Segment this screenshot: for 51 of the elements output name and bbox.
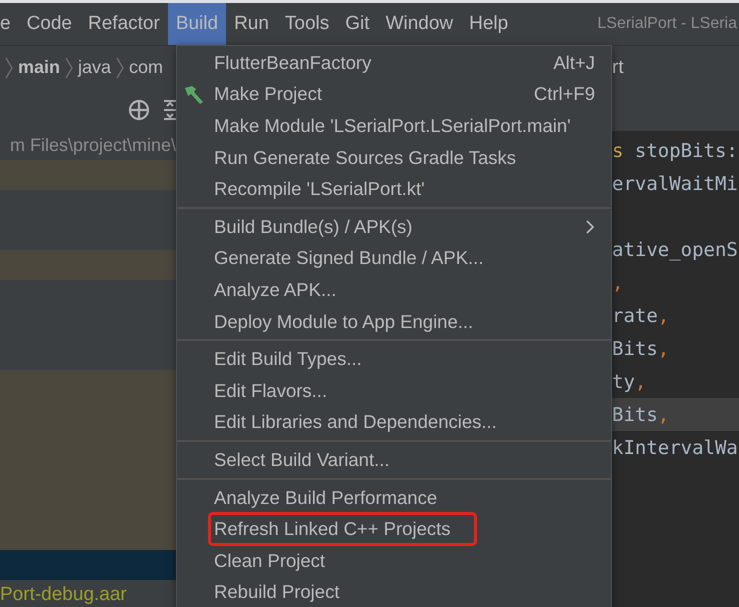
menu-item[interactable]: Make Module 'LSerialPort.LSerialPort.main' bbox=[177, 110, 611, 142]
highlighted-row[interactable] bbox=[0, 250, 176, 280]
menu-item[interactable]: Recompile 'LSerialPort.kt' bbox=[177, 173, 611, 205]
menu-item[interactable]: Refresh Linked C++ Projects bbox=[209, 513, 476, 545]
menu-item[interactable]: Refactor bbox=[80, 3, 168, 45]
code-line: ative_openS bbox=[612, 238, 739, 262]
menu-item[interactable]: Run bbox=[226, 3, 277, 45]
selected-row[interactable] bbox=[0, 550, 176, 580]
menu-item[interactable]: Rebuild Project bbox=[177, 576, 611, 607]
chevron-icon bbox=[65, 56, 74, 78]
code-line: ervalWaitMi bbox=[612, 172, 739, 196]
editor-tab[interactable]: rt bbox=[612, 56, 624, 78]
menu-item[interactable]: Generate Signed Bundle / APK... bbox=[177, 242, 611, 274]
menu-item[interactable]: Analyze Build Performance bbox=[177, 482, 611, 514]
window-title: LSerialPort - LSeria bbox=[597, 15, 738, 33]
project-path: m Files\project\mine\ bbox=[8, 134, 176, 157]
code-line: rate, bbox=[612, 304, 670, 328]
highlighted-row[interactable] bbox=[0, 160, 176, 190]
menu-item[interactable]: Edit Flavors... bbox=[177, 374, 611, 407]
chevron-icon bbox=[116, 56, 124, 78]
code-line: kIntervalWa bbox=[612, 436, 739, 460]
file-name[interactable]: Port-debug.aar bbox=[0, 580, 176, 607]
code-line: s stopBits: bbox=[612, 138, 739, 164]
menu-item[interactable]: Window bbox=[378, 3, 462, 45]
menu-item[interactable]: Deploy Module to App Engine... bbox=[177, 306, 611, 338]
breadcrumb-item[interactable]: java bbox=[78, 57, 112, 78]
menu-item[interactable]: Run Generate Sources Gradle Tasks bbox=[177, 142, 611, 174]
highlighted-row[interactable] bbox=[0, 370, 176, 400]
menu-item[interactable]: FlutterBeanFactory Alt+J bbox=[177, 47, 611, 79]
menu-item[interactable]: Select Build Variant... bbox=[177, 444, 611, 476]
hammer-icon bbox=[183, 84, 205, 105]
menu-item[interactable]: Edit Libraries and Dependencies... bbox=[177, 406, 611, 438]
highlighted-row[interactable] bbox=[0, 520, 176, 550]
crosshair-icon[interactable] bbox=[128, 99, 150, 121]
menu-item[interactable]: Clean Project bbox=[177, 544, 611, 576]
menu-item[interactable]: Analyze APK... bbox=[177, 274, 611, 306]
breadcrumb-item[interactable]: main bbox=[18, 57, 60, 78]
menu-item[interactable]: Make Project Ctrl+F9 bbox=[177, 78, 611, 110]
menu-item[interactable]: Edit Build Types... bbox=[177, 343, 611, 375]
menu-item[interactable]: Help bbox=[461, 3, 516, 45]
menu-item[interactable]: Tools bbox=[276, 3, 338, 45]
code-line: ty, bbox=[612, 370, 648, 394]
chevron-icon bbox=[5, 56, 13, 78]
code-line: , bbox=[612, 270, 624, 296]
breadcrumb-item[interactable]: com bbox=[129, 57, 164, 78]
menu-item[interactable]: Build Bundle(s) / APK(s) bbox=[177, 210, 611, 243]
menu-item[interactable]: e bbox=[0, 3, 19, 45]
code-line: Bits, bbox=[612, 336, 670, 362]
collapse-icon[interactable] bbox=[164, 99, 176, 121]
menu-item[interactable]: Code bbox=[18, 3, 80, 45]
menu-item[interactable]: Git bbox=[337, 3, 378, 45]
